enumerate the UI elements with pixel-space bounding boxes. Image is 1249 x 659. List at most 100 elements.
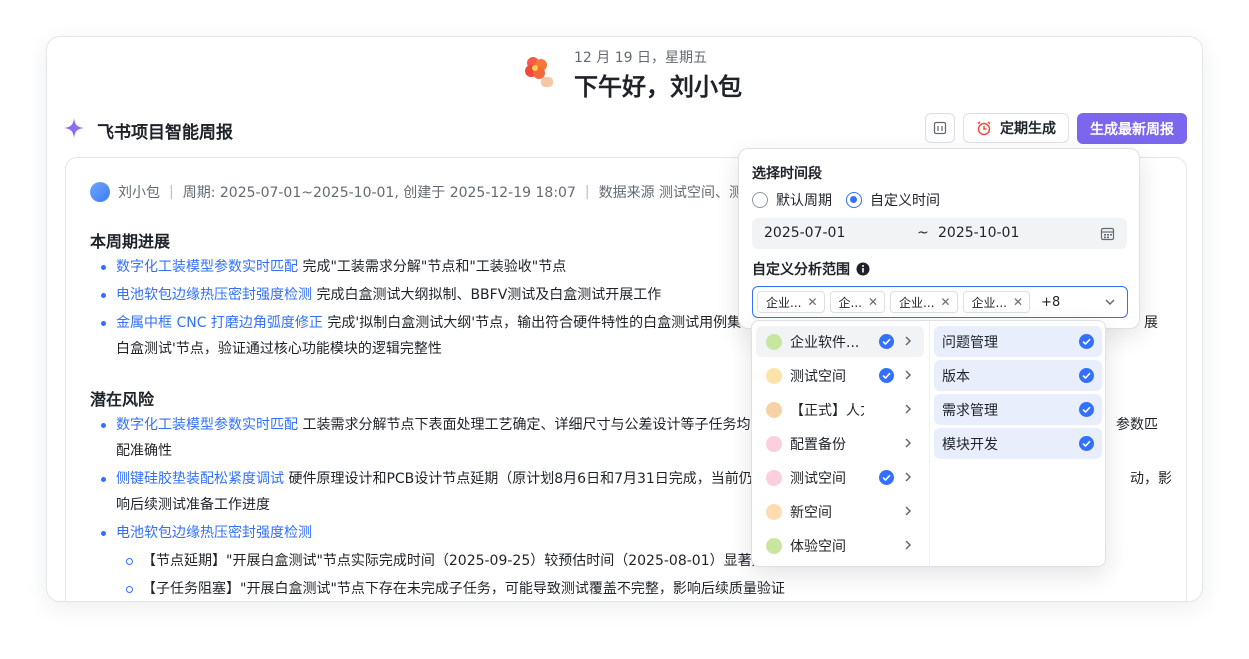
end-date[interactable]: 2025-10-01	[938, 225, 1019, 241]
cascader-item-label: 【正式】人力...	[790, 402, 864, 419]
cascader-item-label: 企业软件...	[790, 334, 860, 351]
start-date[interactable]: 2025-07-01	[764, 225, 845, 241]
radio-button-selected[interactable]	[846, 192, 862, 208]
avatar	[90, 182, 110, 202]
cascader-space-item[interactable]: 配置备份	[756, 428, 924, 459]
cascader-item-label: 体验空间	[790, 538, 846, 555]
cascader-space-item[interactable]: 企业软件...	[756, 326, 924, 357]
scope-multi-select[interactable]: 企业... ✕ 企... ✕ 企业... ✕ 企业... ✕ +8	[752, 286, 1128, 318]
scope-label-row: 自定义分析范围	[752, 259, 870, 279]
cascader-item-label: 测试空间	[790, 368, 846, 385]
check-icon[interactable]	[879, 470, 894, 489]
list-item-tail: 动，影	[1130, 471, 1172, 487]
close-icon[interactable]: ✕	[807, 295, 817, 309]
space-cascader-dropdown: 企业软件...测试空间【正式】人力...配置备份测试空间新空间体验空间 问题管理…	[751, 320, 1106, 567]
meta-period: 周期: 2025-07-01~2025-10-01, 创建于 2025-12-1…	[182, 185, 576, 201]
project-link[interactable]: 数字化工装模型参数实时匹配	[116, 259, 298, 275]
space-avatar-icon	[766, 469, 782, 486]
list-item-text: 白盒测试'节点，验证通过核心功能模块的逻辑完整性	[116, 341, 442, 357]
flower-hand-icon	[525, 57, 553, 87]
check-icon[interactable]	[879, 334, 894, 353]
space-avatar-icon	[766, 367, 782, 384]
sub-list-item: 【子任务阻塞】"开展白盒测试"节点下存在未完成子任务，可能导致测试覆盖不完整，影…	[116, 576, 1126, 601]
radio-custom-time[interactable]: 自定义时间	[846, 190, 940, 210]
project-link[interactable]: 电池软包边缘热压密封强度检测	[116, 287, 312, 303]
radio-button[interactable]	[752, 192, 768, 208]
chevron-down-icon[interactable]	[1103, 295, 1117, 309]
section-title-progress: 本周期进展	[90, 232, 171, 251]
greeting-date: 12 月 19 日，星期五	[574, 50, 707, 66]
time-range-label: 选择时间段	[752, 166, 822, 182]
chevron-right-icon[interactable]	[902, 403, 914, 419]
cascader-space-item[interactable]: 测试空间	[756, 360, 924, 391]
tag-label: 企业...	[899, 295, 935, 310]
calendar-icon[interactable]	[1100, 226, 1115, 241]
analysis-settings-popover: 选择时间段 默认周期 自定义时间 2025-07-01 ~ 2025-10-01…	[738, 148, 1140, 329]
cascader-module-item[interactable]: 问题管理	[934, 326, 1102, 357]
cascader-module-item[interactable]: 需求管理	[934, 394, 1102, 425]
sparkle-icon	[64, 118, 84, 138]
chevron-right-icon[interactable]	[902, 539, 914, 555]
scope-tag: 企业... ✕	[757, 291, 825, 313]
chevron-right-icon[interactable]	[902, 437, 914, 453]
space-avatar-icon	[766, 503, 782, 520]
cascader-module-item[interactable]: 版本	[934, 360, 1102, 391]
schedule-button-label: 定期生成	[1000, 121, 1056, 137]
list-item-text: 完成'拟制白盒测试大纲'节点，输出符合硬件特性的白盒测试用例集	[322, 315, 742, 331]
project-link[interactable]: 金属中框 CNC 打磨边角弧度修正	[116, 315, 323, 331]
space-avatar-icon	[766, 537, 782, 554]
scope-label: 自定义分析范围	[752, 262, 850, 278]
tag-label: 企业...	[766, 295, 802, 310]
space-avatar-icon	[766, 401, 782, 418]
chevron-right-icon[interactable]	[902, 369, 914, 385]
project-link[interactable]: 电池软包边缘热压密封强度检测	[116, 525, 312, 541]
column-divider	[929, 321, 930, 566]
project-link[interactable]: 侧键硅胶垫装配松紧度调试	[116, 471, 284, 487]
scope-tag: 企业... ✕	[890, 291, 958, 313]
report-meta: 刘小包 | 周期: 2025-07-01~2025-10-01, 创建于 202…	[90, 182, 771, 202]
cascader-space-item[interactable]: 新空间	[756, 496, 924, 527]
radio-label: 自定义时间	[870, 193, 940, 209]
project-link[interactable]: 数字化工装模型参数实时匹配	[116, 417, 298, 433]
date-range-separator: ~	[917, 225, 929, 241]
meta-separator: |	[584, 184, 590, 200]
list-item-tail: 展	[1144, 315, 1158, 331]
date-range-picker[interactable]: 2025-07-01 ~ 2025-10-01	[752, 218, 1127, 249]
radio-default-period[interactable]: 默认周期	[752, 190, 832, 210]
check-icon[interactable]	[1079, 368, 1094, 387]
period-radio-group: 默认周期 自定义时间	[752, 190, 940, 210]
greeting-title: 下午好，刘小包	[574, 73, 742, 101]
chevron-right-icon[interactable]	[902, 471, 914, 487]
cascader-item-label: 测试空间	[790, 470, 846, 487]
schedule-button[interactable]: 定期生成	[963, 113, 1069, 143]
chevron-right-icon[interactable]	[902, 505, 914, 521]
cascader-space-item[interactable]: 测试空间	[756, 462, 924, 493]
cascader-space-item[interactable]: 体验空间	[756, 530, 924, 561]
close-icon[interactable]: ✕	[940, 295, 950, 309]
cascader-item-label: 模块开发	[942, 436, 998, 453]
close-icon[interactable]: ✕	[868, 295, 878, 309]
tag-label: 企...	[838, 295, 862, 310]
cascader-item-label: 需求管理	[942, 402, 998, 419]
check-icon[interactable]	[879, 368, 894, 387]
cascader-item-label: 配置备份	[790, 436, 846, 453]
info-icon[interactable]	[856, 262, 870, 276]
cascader-module-item[interactable]: 模块开发	[934, 428, 1102, 459]
close-icon[interactable]: ✕	[1013, 295, 1023, 309]
chevron-right-icon[interactable]	[902, 335, 914, 351]
space-avatar-icon	[766, 333, 782, 350]
layout-toggle-button[interactable]	[925, 113, 955, 143]
cascader-item-label: 新空间	[790, 504, 832, 521]
scope-tag: 企... ✕	[829, 291, 886, 313]
tag-label: 企业...	[971, 295, 1007, 310]
meta-separator: |	[169, 184, 174, 200]
cascader-item-label: 问题管理	[942, 334, 998, 351]
cascader-space-item[interactable]: 【正式】人力...	[756, 394, 924, 425]
check-icon[interactable]	[1079, 334, 1094, 353]
more-tags-count[interactable]: +8	[1041, 295, 1060, 310]
meta-user: 刘小包	[118, 185, 160, 201]
list-item-text: 配准确性	[116, 443, 172, 459]
check-icon[interactable]	[1079, 436, 1094, 455]
check-icon[interactable]	[1079, 402, 1094, 421]
generate-report-button[interactable]: 生成最新周报	[1077, 113, 1187, 144]
